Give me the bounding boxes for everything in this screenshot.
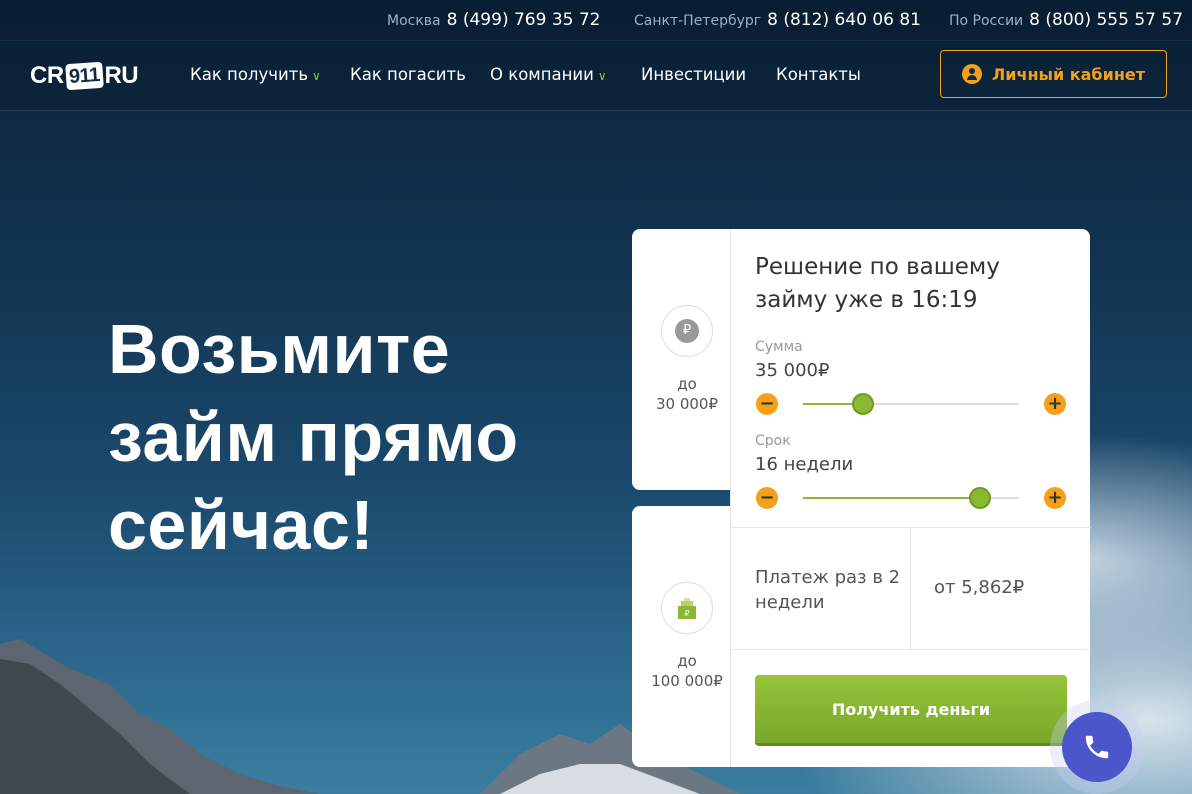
- phone-number[interactable]: 8 (499) 769 35 72: [447, 10, 601, 30]
- callback-button[interactable]: [1062, 712, 1132, 782]
- term-increase-button[interactable]: +: [1044, 487, 1066, 509]
- phone-moscow[interactable]: Москва 8 (499) 769 35 72: [387, 10, 601, 30]
- phone-city: Санкт-Петербург: [634, 13, 762, 29]
- nav-item-how-to-repay[interactable]: Как погасить: [350, 65, 466, 84]
- phone-city: По России: [949, 13, 1024, 29]
- loan-option-amount: 30 000₽: [655, 395, 719, 413]
- nav-item-label: Как погасить: [350, 65, 466, 84]
- nav-item-label: Как получить: [190, 65, 309, 84]
- nav-item-label: Контакты: [776, 65, 861, 84]
- hero-line: Возьмите: [108, 310, 451, 388]
- phone-icon: [1085, 735, 1109, 759]
- loan-option-amount: 100 000₽: [651, 672, 723, 690]
- term-slider-fill: [803, 497, 980, 499]
- loan-option-large[interactable]: ₽ до 100 000₽: [632, 506, 742, 767]
- divider: [731, 649, 1091, 650]
- term-decrease-button[interactable]: −: [756, 487, 778, 509]
- personal-account-button[interactable]: Личный кабинет: [940, 50, 1167, 98]
- chevron-down-icon: ∨: [312, 69, 321, 83]
- term-label: Срок: [755, 433, 791, 449]
- amount-value: 35 000₽: [755, 360, 830, 381]
- amount-slider-handle[interactable]: [852, 393, 874, 415]
- personal-account-label: Личный кабинет: [991, 64, 1145, 84]
- chevron-down-icon: ∨: [597, 69, 607, 83]
- hero-line: сейчас!: [108, 486, 375, 564]
- amount-slider[interactable]: [803, 393, 1019, 415]
- term-value: 16 недели: [755, 454, 854, 475]
- phone-spb[interactable]: Санкт-Петербург 8 (812) 640 06 81: [634, 10, 921, 30]
- payment-amount: от 5,862₽: [934, 577, 1025, 598]
- phone-city: Москва: [387, 13, 441, 29]
- main-navigation: CR 911 RU Как получить ∨ Как погасить О к…: [0, 40, 1192, 111]
- divider: [731, 527, 1091, 528]
- term-slider-handle[interactable]: [969, 487, 991, 509]
- phone-number[interactable]: 8 (812) 640 06 81: [767, 10, 921, 30]
- svg-text:₽: ₽: [684, 609, 689, 618]
- payment-frequency-label: Платеж раз в 2 недели: [755, 567, 901, 613]
- site-logo[interactable]: CR 911 RU: [30, 56, 152, 96]
- logo-text-left: CR: [30, 62, 64, 89]
- logo-text-mid: 911: [64, 61, 104, 91]
- loan-option-prefix: до: [677, 652, 697, 670]
- calculator-title: Решение по вашему займу уже в 16:19: [755, 254, 1000, 313]
- get-money-button[interactable]: Получить деньги: [755, 675, 1067, 743]
- ruble-coin-icon: ₽: [661, 305, 713, 357]
- nav-item-about[interactable]: О компании ∨: [490, 65, 607, 84]
- phone-number[interactable]: 8 (800) 555 57 57: [1029, 10, 1183, 30]
- phone-russia[interactable]: По России 8 (800) 555 57 57: [949, 10, 1183, 30]
- nav-item-label: О компании: [490, 65, 594, 84]
- user-icon: [961, 64, 982, 84]
- loan-calculator: Решение по вашему займу уже в 16:19 Сумм…: [730, 229, 1091, 767]
- logo-text-right: RU: [104, 62, 139, 89]
- nav-item-contacts[interactable]: Контакты: [776, 65, 861, 84]
- hero-line: займ прямо: [108, 398, 519, 476]
- amount-decrease-button[interactable]: −: [756, 393, 778, 415]
- loan-option-small[interactable]: ₽ до 30 000₽: [632, 229, 742, 490]
- top-contact-bar: Москва 8 (499) 769 35 72 Санкт-Петербург 8…: [0, 0, 1192, 41]
- loan-option-prefix: до: [677, 375, 697, 393]
- nav-item-how-to-get[interactable]: Как получить ∨: [190, 65, 321, 84]
- amount-increase-button[interactable]: +: [1044, 393, 1066, 415]
- term-slider[interactable]: [803, 487, 1019, 509]
- ruble-box-icon: ₽: [661, 582, 713, 634]
- amount-label: Сумма: [755, 339, 803, 355]
- nav-item-label: Инвестиции: [641, 65, 747, 84]
- divider: [910, 527, 911, 649]
- hero-heading: Возьмите займ прямо сейчас!: [108, 305, 608, 569]
- nav-item-investments[interactable]: Инвестиции: [641, 65, 746, 84]
